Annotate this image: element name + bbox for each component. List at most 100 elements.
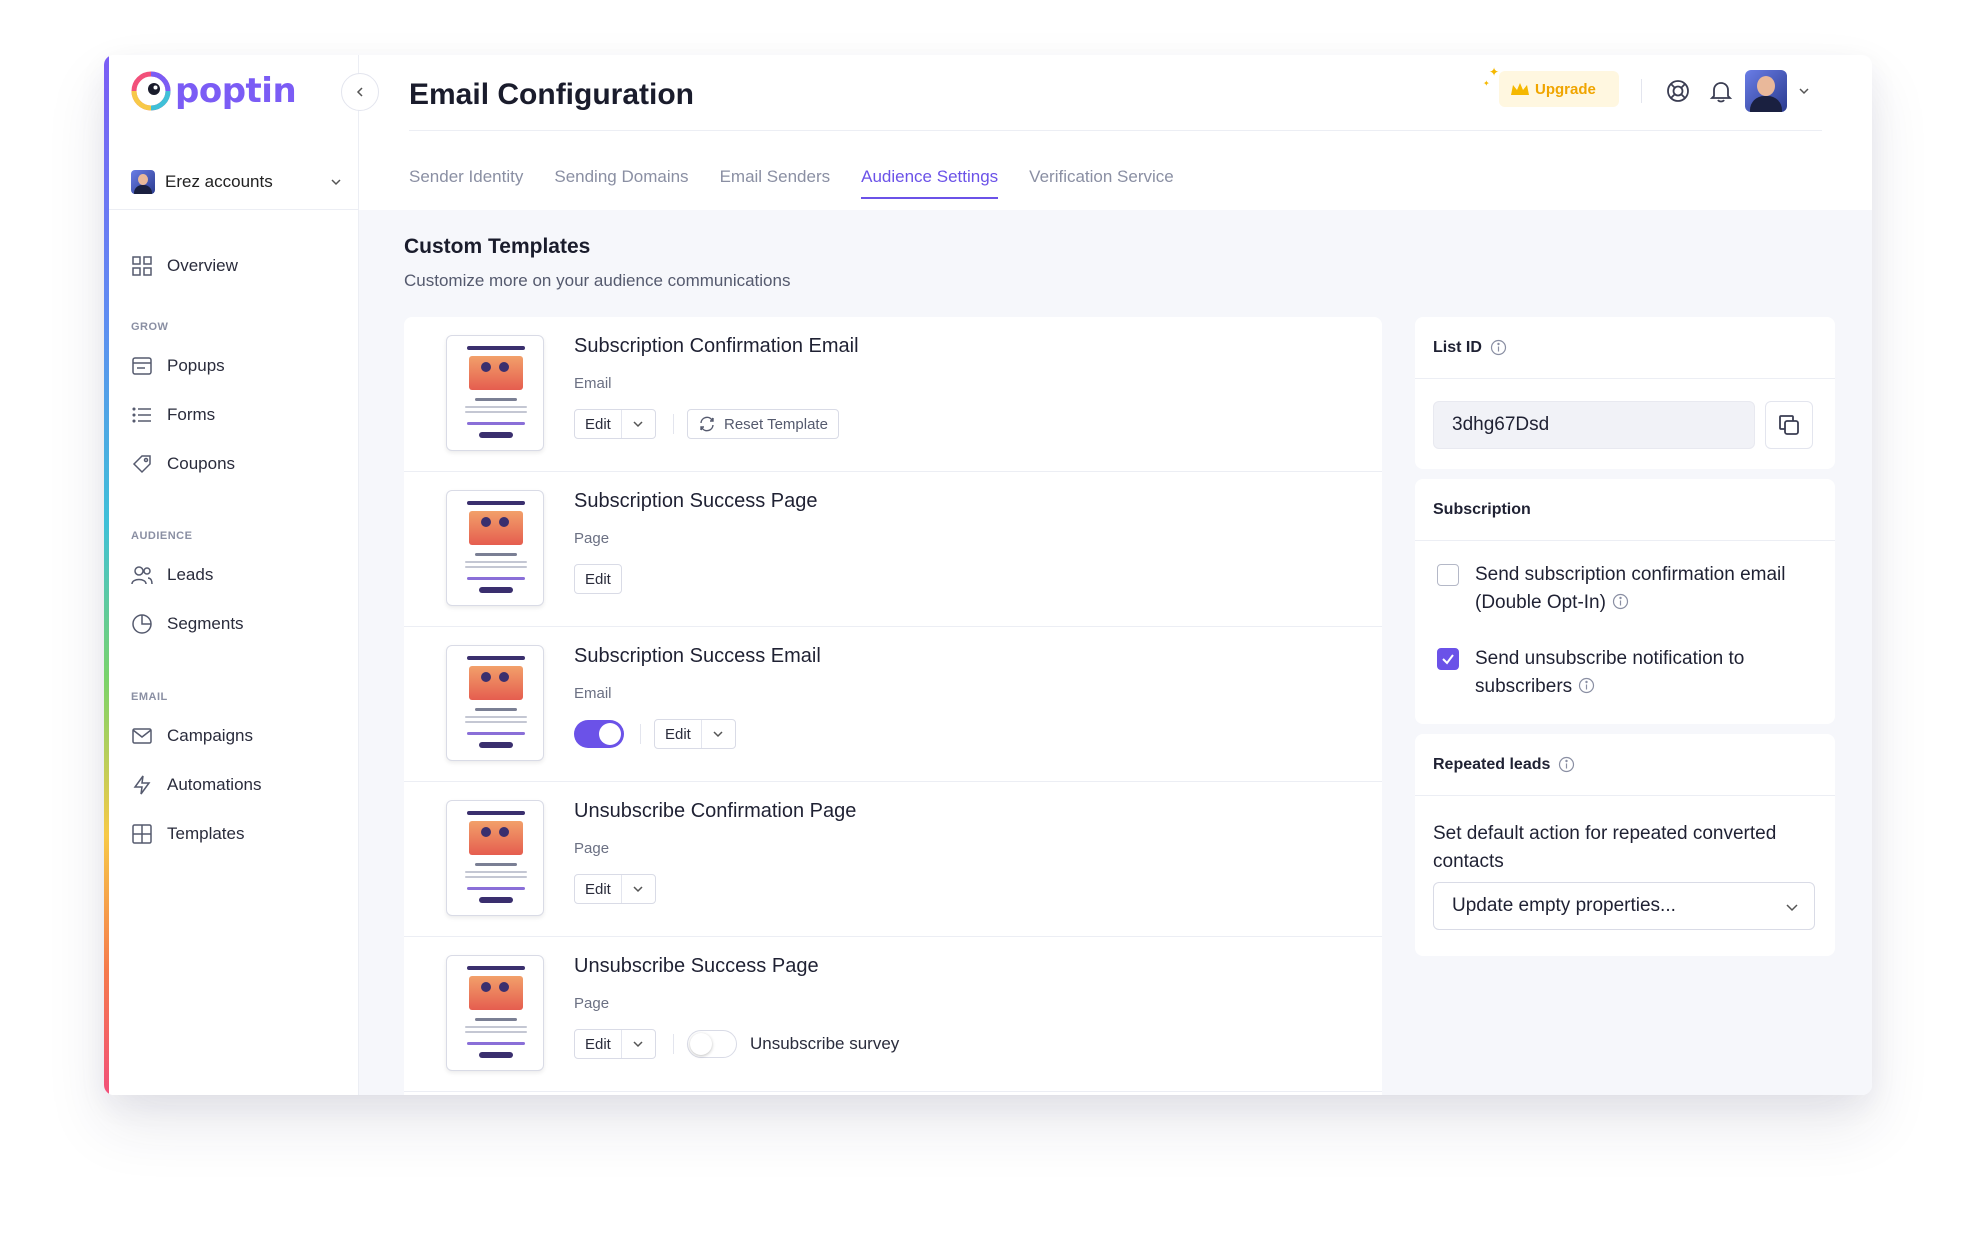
sidebar-item-forms[interactable]: Forms <box>131 400 215 430</box>
info-icon[interactable] <box>1578 677 1595 694</box>
edit-dropdown-button[interactable] <box>700 720 735 748</box>
account-switcher[interactable]: Erez accounts <box>131 167 343 197</box>
tab-sending-domains[interactable]: Sending Domains <box>554 167 688 199</box>
grid-icon <box>132 256 152 276</box>
edit-dropdown-button[interactable] <box>620 1030 655 1058</box>
copy-icon <box>1779 415 1799 435</box>
edit-button[interactable]: Edit <box>575 1036 621 1053</box>
info-icon[interactable] <box>1490 339 1507 356</box>
template-thumbnail[interactable] <box>446 335 544 451</box>
sidebar-item-overview[interactable]: Overview <box>131 251 238 281</box>
chevron-left-icon <box>356 87 363 97</box>
header-separator <box>1641 79 1642 103</box>
template-type: Page <box>574 530 610 547</box>
template-type: Page <box>574 840 610 857</box>
sidebar-item-campaigns[interactable]: Campaigns <box>131 721 253 751</box>
edit-button-group: Edit <box>574 874 656 904</box>
edit-button[interactable]: Edit <box>575 571 621 588</box>
upgrade-button[interactable]: Upgrade <box>1499 71 1619 107</box>
poptin-logo-icon <box>131 71 171 111</box>
unsubscribe-survey-toggle[interactable] <box>687 1030 737 1058</box>
templates-list: Subscription Confirmation Email Email Ed… <box>404 317 1382 1095</box>
edit-button[interactable]: Edit <box>655 726 701 743</box>
sidebar: poptin Erez accounts Overview GROW Popup… <box>109 55 359 1095</box>
list-id-field[interactable]: 3dhg67Dsd <box>1433 401 1755 449</box>
collapse-sidebar-button[interactable] <box>341 73 379 111</box>
main-content: Email Configuration ✦ ✦ Upgrade Sender I… <box>341 55 1872 1095</box>
template-thumbnail[interactable] <box>446 645 544 761</box>
template-title: Unsubscribe Success Page <box>574 955 819 977</box>
template-thumbnail[interactable] <box>446 490 544 606</box>
template-thumbnail[interactable] <box>446 800 544 916</box>
sidebar-section-email: EMAIL <box>131 691 168 703</box>
list-id-label: List ID <box>1433 338 1482 356</box>
reset-template-label: Reset Template <box>724 415 828 433</box>
reset-template-button[interactable]: Reset Template <box>687 409 839 439</box>
chevron-down-icon <box>713 731 723 738</box>
repeated-leads-card: Repeated leads Set default action for re… <box>1415 734 1835 956</box>
unsubscribe-notification-checkbox[interactable] <box>1437 648 1459 670</box>
tab-email-senders[interactable]: Email Senders <box>720 167 831 199</box>
refresh-icon <box>700 416 714 432</box>
user-avatar[interactable] <box>1745 70 1787 112</box>
envelope-icon <box>132 728 152 744</box>
sidebar-item-label: Coupons <box>167 454 236 473</box>
pie-chart-icon <box>132 614 152 634</box>
sidebar-section-grow: GROW <box>131 321 169 333</box>
tab-sender-identity[interactable]: Sender Identity <box>409 167 523 199</box>
sidebar-item-segments[interactable]: Segments <box>131 609 244 639</box>
sidebar-item-label: Templates <box>167 824 245 843</box>
sidebar-item-popups[interactable]: Popups <box>131 351 225 381</box>
sidebar-item-templates[interactable]: Templates <box>131 819 244 849</box>
sidebar-item-label: Segments <box>167 614 244 633</box>
chevron-down-icon <box>331 179 341 186</box>
chevron-down-icon[interactable] <box>1797 84 1811 98</box>
tag-icon <box>132 455 151 474</box>
bell-icon[interactable] <box>1707 77 1735 105</box>
account-name: Erez accounts <box>165 172 273 191</box>
edit-button-group: Edit <box>654 719 736 749</box>
lightning-icon <box>133 775 151 795</box>
chevron-down-icon <box>633 1041 643 1048</box>
edit-dropdown-button[interactable] <box>620 410 655 438</box>
info-icon[interactable] <box>1558 756 1575 773</box>
edit-dropdown-button[interactable] <box>620 875 655 903</box>
account-avatar <box>131 170 155 194</box>
template-type: Email <box>574 375 612 392</box>
template-type: Email <box>574 685 612 702</box>
template-thumbnail[interactable] <box>446 955 544 1071</box>
info-icon[interactable] <box>1612 593 1629 610</box>
double-optin-checkbox[interactable] <box>1437 564 1459 586</box>
template-enabled-toggle[interactable] <box>574 720 624 748</box>
row-separator <box>673 414 674 434</box>
list-id-card: List ID 3dhg67Dsd <box>1415 317 1835 469</box>
logo[interactable]: poptin <box>131 71 297 111</box>
double-optin-label: Send subscription confirmation email (Do… <box>1475 564 1786 613</box>
sidebar-item-automations[interactable]: Automations <box>131 770 262 800</box>
repeated-leads-select[interactable]: Update empty properties... <box>1433 882 1815 930</box>
template-title: Unsubscribe Confirmation Page <box>574 800 857 822</box>
edit-button[interactable]: Edit <box>575 881 621 898</box>
sidebar-item-coupons[interactable]: Coupons <box>131 449 235 479</box>
tab-verification-service[interactable]: Verification Service <box>1029 167 1174 199</box>
sidebar-divider <box>109 209 359 210</box>
template-title: Subscription Confirmation Email <box>574 335 859 357</box>
sidebar-item-leads[interactable]: Leads <box>131 560 213 590</box>
double-optin-option[interactable]: Send subscription confirmation email (Do… <box>1437 561 1815 617</box>
copy-button[interactable] <box>1765 401 1813 449</box>
unsubscribe-notification-option[interactable]: Send unsubscribe notification to subscri… <box>1437 645 1815 701</box>
section-title: Custom Templates <box>404 235 591 258</box>
edit-button-group: Edit <box>574 564 622 594</box>
template-row: Unsubscribe Confirmation Page Page Edit <box>404 782 1382 937</box>
tab-bar: Sender Identity Sending Domains Email Se… <box>409 167 1205 199</box>
sidebar-item-label: Leads <box>167 565 214 584</box>
unsubscribe-notification-label: Send unsubscribe notification to subscri… <box>1475 648 1745 697</box>
help-lifebuoy-icon[interactable] <box>1664 77 1692 105</box>
template-row: Subscription Success Page Page Edit <box>404 472 1382 627</box>
tab-audience-settings[interactable]: Audience Settings <box>861 167 999 199</box>
sparkle-icon: ✦ <box>1489 65 1500 79</box>
edit-button[interactable]: Edit <box>575 416 621 433</box>
template-title: Subscription Success Page <box>574 490 818 512</box>
sidebar-item-label: Forms <box>167 405 216 424</box>
header-divider <box>409 130 1822 131</box>
